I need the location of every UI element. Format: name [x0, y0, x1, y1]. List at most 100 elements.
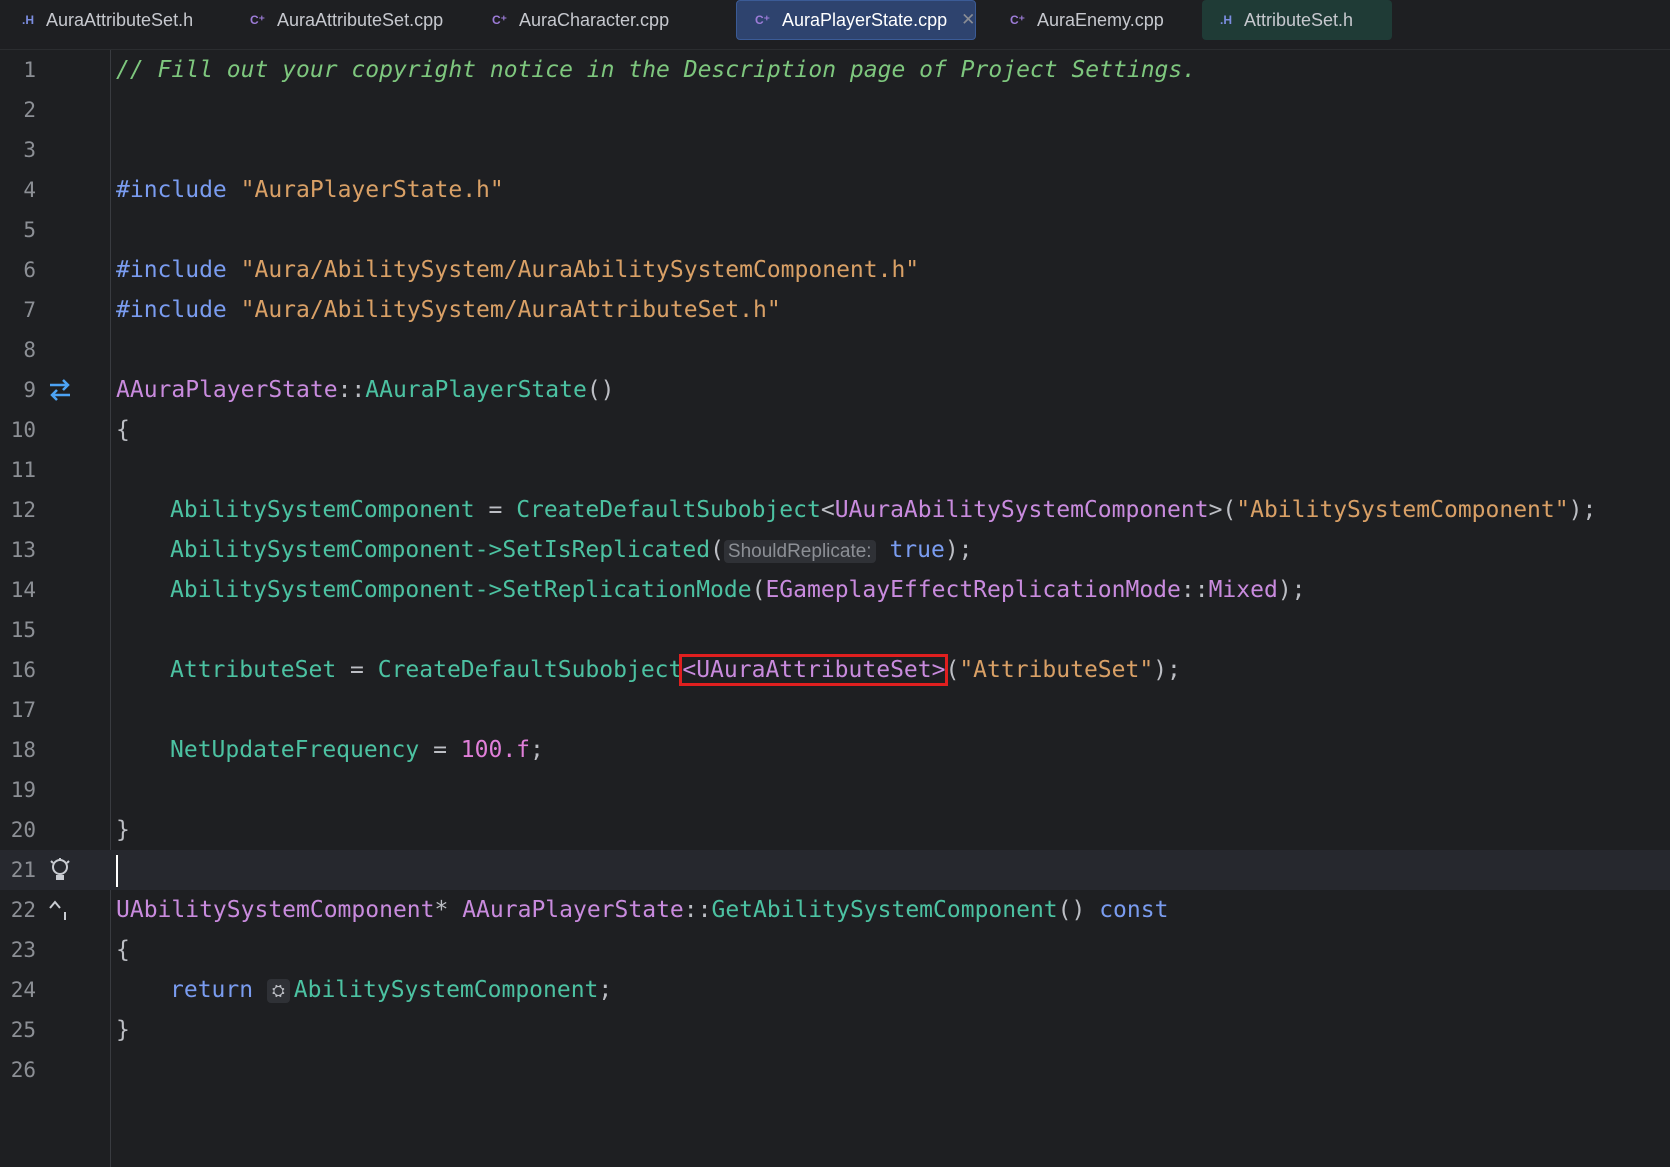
line-number: 26	[10, 1058, 36, 1082]
code-line[interactable]: 12 AbilitySystemComponent = CreateDefaul…	[0, 490, 1670, 530]
operator: =	[336, 657, 378, 683]
code-line[interactable]: 25 }	[0, 1010, 1670, 1050]
statement-end: );	[944, 537, 973, 563]
navigate-declaration-icon[interactable]	[46, 376, 74, 404]
keyword: true	[889, 537, 945, 563]
line-number: 12	[10, 498, 36, 522]
type-name: UAuraAbilitySystemComponent	[834, 497, 1209, 523]
code-line[interactable]: 18 NetUpdateFrequency = 100.f;	[0, 730, 1670, 770]
current-code-line[interactable]: 21	[0, 850, 1670, 890]
operator: =	[474, 497, 517, 523]
line-content: NetUpdateFrequency = 100.f;	[170, 730, 544, 770]
code-line[interactable]: 14 AbilitySystemComponent->SetReplicatio…	[0, 570, 1670, 610]
line-number: 24	[10, 978, 36, 1002]
code-line[interactable]: 2	[0, 90, 1670, 130]
tab-auraattributeset-h[interactable]: .H AuraAttributeSet.h	[4, 0, 204, 40]
paren-open: (	[751, 577, 766, 603]
code-line[interactable]: 7 #include "Aura/AbilitySystem/AuraAttri…	[0, 290, 1670, 330]
type-name: EGameplayEffectReplicationMode	[765, 577, 1181, 603]
variable: AttributeSet	[170, 657, 337, 683]
code-line[interactable]: 4 #include "AuraPlayerState.h"	[0, 170, 1670, 210]
line-number: 22	[10, 898, 36, 922]
keyword: const	[1099, 897, 1169, 923]
angle-open: <	[820, 497, 835, 523]
field-icon: ⛭	[266, 978, 290, 1003]
code-line[interactable]: 1 // Fill out your copyright notice in t…	[0, 50, 1670, 90]
line-content: AbilitySystemComponent->SetIsReplicated(…	[170, 530, 973, 572]
tab-auracharacter-cpp[interactable]: C⁺ AuraCharacter.cpp	[474, 0, 694, 40]
highlighted-template-argument: <UAuraAttributeSet>	[679, 654, 949, 686]
line-number: 10	[10, 418, 36, 442]
angle-close: >(	[1208, 497, 1237, 523]
tab-auraplayerstate-cpp[interactable]: C⁺ AuraPlayerState.cpp ✕	[736, 0, 976, 40]
code-line[interactable]: 22 UAbilitySystemComponent* AAuraPlayerS…	[0, 890, 1670, 930]
line-content: {	[116, 937, 130, 963]
parens: ()	[1057, 897, 1100, 923]
code-line[interactable]: 24 return ⛭ AbilitySystemComponent;	[0, 970, 1670, 1010]
paren-open: (	[710, 537, 724, 563]
enum-member: Mixed	[1208, 577, 1278, 603]
line-number: 25	[10, 1018, 36, 1042]
cpp-file-icon: C⁺	[250, 13, 265, 27]
code-line[interactable]: 16 AttributeSet = CreateDefaultSubobject…	[0, 650, 1670, 690]
line-number: 23	[10, 938, 36, 962]
code-line[interactable]: 5	[0, 210, 1670, 250]
code-line[interactable]: 17	[0, 690, 1670, 730]
line-number: 16	[10, 658, 36, 682]
variable: AbilitySystemComponent	[170, 577, 475, 603]
string-literal: "AuraPlayerState.h"	[240, 177, 504, 203]
code-line[interactable]: 13 AbilitySystemComponent->SetIsReplicat…	[0, 530, 1670, 570]
function-name: SetIsReplicated	[502, 537, 711, 563]
line-number: 8	[23, 338, 36, 362]
lightbulb-icon[interactable]	[46, 856, 74, 884]
line-content	[116, 850, 118, 890]
function-name: SetReplicationMode	[502, 577, 752, 603]
code-line[interactable]: 23 {	[0, 930, 1670, 970]
class-name: AAuraPlayerState	[462, 897, 684, 923]
code-line[interactable]: 11	[0, 450, 1670, 490]
code-line[interactable]: 9 AAuraPlayerState::AAuraPlayerState()	[0, 370, 1670, 410]
code-line[interactable]: 8	[0, 330, 1670, 370]
function-name: GetAbilitySystemComponent	[711, 897, 1058, 923]
line-number: 9	[23, 378, 36, 402]
keyword: #include	[116, 297, 227, 323]
arrow-operator: ->	[474, 537, 503, 563]
implements-icon[interactable]	[46, 896, 74, 924]
line-content: // Fill out your copyright notice in the…	[116, 50, 1196, 90]
parens: ()	[586, 377, 615, 403]
code-line[interactable]: 26	[0, 1050, 1670, 1090]
text-cursor	[116, 854, 118, 887]
operator: =	[419, 737, 461, 763]
cpp-file-icon: C⁺	[755, 13, 770, 27]
tab-auraattributeset-cpp[interactable]: C⁺ AuraAttributeSet.cpp	[232, 0, 462, 40]
arrow-operator: ->	[474, 577, 503, 603]
line-number: 18	[10, 738, 36, 762]
tab-attributeset-h[interactable]: .H AttributeSet.h	[1202, 0, 1392, 40]
code-editor[interactable]: 1 // Fill out your copyright notice in t…	[0, 50, 1670, 1167]
line-number: 14	[10, 578, 36, 602]
scope-operator: ::	[683, 897, 712, 923]
line-content: UAbilitySystemComponent* AAuraPlayerStat…	[116, 890, 1168, 930]
tab-label: AuraEnemy.cpp	[1037, 9, 1164, 30]
editor-tab-bar: .H AuraAttributeSet.h C⁺ AuraAttributeSe…	[0, 0, 1670, 50]
close-icon[interactable]: ✕	[961, 10, 975, 30]
code-line[interactable]: 19	[0, 770, 1670, 810]
tab-auraenemy-cpp[interactable]: C⁺ AuraEnemy.cpp	[992, 0, 1182, 40]
keyword: #include	[116, 177, 227, 203]
pointer: *	[434, 897, 463, 923]
code-line[interactable]: 3	[0, 130, 1670, 170]
number-literal: 100.f	[460, 737, 531, 763]
paren-open: (	[945, 657, 960, 683]
code-line[interactable]: 6 #include "Aura/AbilitySystem/AuraAbili…	[0, 250, 1670, 290]
code-line[interactable]: 20 }	[0, 810, 1670, 850]
function-name: CreateDefaultSubobject	[377, 657, 683, 683]
line-content: AbilitySystemComponent = CreateDefaultSu…	[170, 490, 1596, 530]
variable: AbilitySystemComponent	[293, 977, 599, 1003]
statement-end: );	[1277, 577, 1306, 603]
line-number: 4	[23, 178, 36, 202]
code-line[interactable]: 15	[0, 610, 1670, 650]
tab-label: AuraPlayerState.cpp	[782, 9, 948, 30]
code-line[interactable]: 10 {	[0, 410, 1670, 450]
line-number: 21	[10, 858, 36, 882]
function-name: AAuraPlayerState	[365, 377, 587, 403]
